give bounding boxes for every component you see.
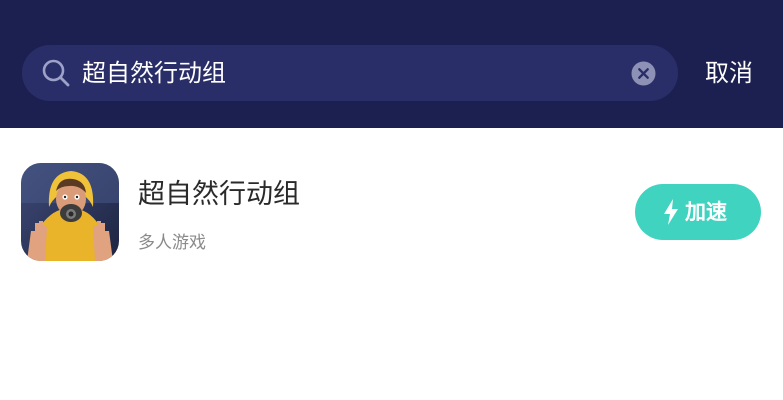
game-category: 多人游戏 [138, 233, 206, 253]
search-icon [42, 59, 70, 87]
game-title: 超自然行动组 [138, 179, 300, 210]
clear-icon[interactable] [631, 61, 656, 86]
cancel-button[interactable]: 取消 [705, 45, 753, 101]
list-item[interactable]: 超自然行动组 多人游戏 加速 [0, 150, 783, 275]
search-input[interactable]: 超自然行动组 [82, 45, 226, 101]
top-bar: 超自然行动组 取消 [0, 0, 783, 128]
accelerate-button[interactable]: 加速 [635, 184, 761, 240]
search-box[interactable]: 超自然行动组 [22, 45, 678, 101]
lightning-bolt-icon [664, 199, 678, 225]
accelerate-button-label: 加速 [685, 200, 727, 224]
game-app-icon[interactable] [21, 163, 119, 261]
